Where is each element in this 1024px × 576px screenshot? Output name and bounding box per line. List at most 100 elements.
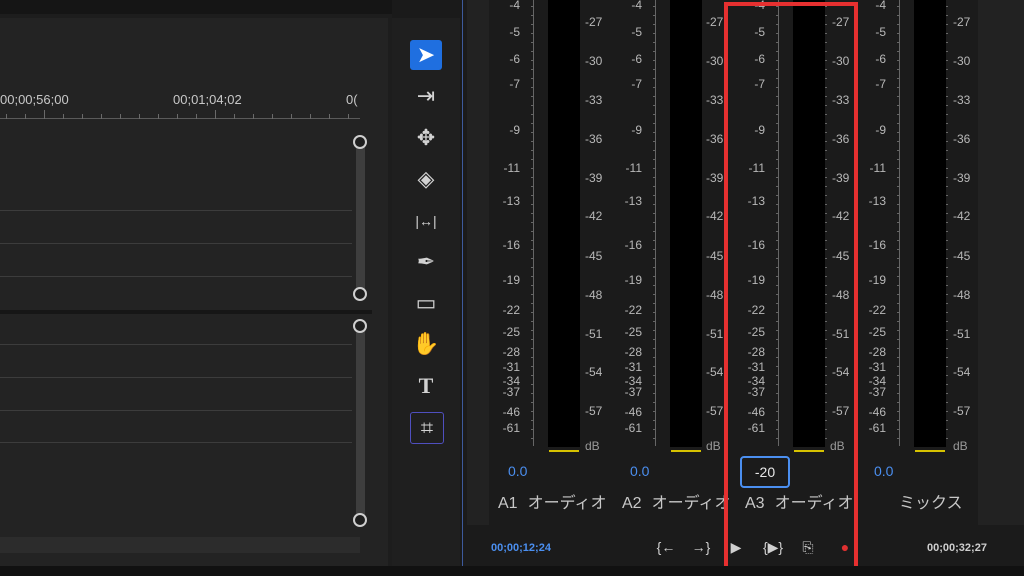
meter-tick	[653, 150, 656, 151]
meter-tick	[897, 213, 900, 214]
meter-tick	[531, 69, 534, 70]
current-timecode[interactable]: 00;00;12;24	[491, 542, 551, 554]
db-scale-label: -57	[706, 404, 724, 418]
meter-tick	[897, 6, 900, 7]
meter-tick	[531, 366, 534, 367]
meter-tick	[897, 96, 900, 97]
meter-tick	[653, 69, 656, 70]
ruler-tick	[120, 114, 121, 119]
meter-tick	[653, 366, 656, 367]
ruler-tick	[6, 114, 7, 119]
meter-tick	[653, 411, 656, 412]
db-scale-label: -57	[953, 404, 971, 418]
meter-tick	[653, 87, 656, 88]
tools-panel: ➤ ⇥ ✥ ◈ |↔| ✒ ▭ ✋ T ⌗	[392, 18, 460, 566]
db-scale-label: -4	[875, 0, 886, 12]
channel-volume-value[interactable]: 0.0	[874, 463, 893, 479]
scroll-handle-bottom[interactable]	[353, 287, 367, 301]
meter-tick	[531, 303, 534, 304]
tool-button[interactable]: |↔|	[410, 206, 442, 236]
meter-tick	[531, 159, 534, 160]
db-unit-label: dB	[953, 439, 968, 453]
meter-tick	[653, 240, 656, 241]
tool-button[interactable]: ◈	[410, 164, 442, 194]
tool-button[interactable]: ✒	[410, 247, 442, 277]
meter-tick	[653, 51, 656, 52]
meter-tick	[897, 366, 900, 367]
db-scale-label: -51	[953, 327, 971, 341]
peak-indicator	[549, 450, 579, 452]
channel-volume-value[interactable]: 0.0	[508, 463, 527, 479]
db-scale-label: -31	[624, 360, 642, 374]
ripple-edit-icon: ✥	[416, 125, 436, 150]
rectangle-icon: ▭	[415, 290, 437, 315]
scroll-handle-bottom[interactable]	[353, 513, 367, 527]
ruler-tick	[158, 114, 159, 119]
db-scale-label: -37	[624, 385, 642, 399]
tool-button[interactable]: ✋	[410, 329, 442, 359]
meter-tick	[531, 411, 534, 412]
video-tracks-scrollbar[interactable]	[356, 140, 365, 296]
highlight-box	[724, 2, 858, 574]
hand-icon: ✋	[412, 331, 440, 356]
tool-button[interactable]: ✥	[410, 123, 442, 153]
ruler-tick	[215, 110, 216, 119]
db-scale-label: -11	[625, 161, 642, 175]
bottom-strip	[0, 566, 1024, 576]
db-scale-label: -57	[585, 404, 603, 418]
meter-tick	[897, 114, 900, 115]
time-ruler[interactable]	[0, 118, 360, 119]
channel-label: ミックス	[889, 489, 963, 513]
meter-tick	[531, 249, 534, 250]
go-to-in-button[interactable]: {←	[655, 539, 677, 555]
meter-tick	[531, 231, 534, 232]
scroll-handle-top[interactable]	[353, 135, 367, 149]
meter-tick	[653, 6, 656, 7]
meter-bar	[670, 0, 702, 447]
meter-tick	[531, 312, 534, 313]
tool-button[interactable]: ⌗	[410, 412, 444, 444]
meter-tick	[531, 42, 534, 43]
ruler-tick	[253, 114, 254, 119]
meter-tick	[531, 420, 534, 421]
tool-button[interactable]: ⇥	[410, 81, 442, 111]
go-to-out-button[interactable]: →}	[690, 539, 712, 555]
video-audio-separator[interactable]	[0, 310, 372, 314]
meter-tick	[897, 51, 900, 52]
db-scale-label: -11	[869, 161, 886, 175]
tool-button[interactable]: ▭	[410, 288, 442, 318]
tool-button[interactable]: T	[410, 371, 442, 401]
tool-button[interactable]: ➤	[410, 40, 442, 70]
db-scale-label: -33	[706, 93, 724, 107]
crop-sparkle-icon: ⌗	[420, 415, 434, 440]
ruler-tick	[177, 114, 178, 119]
ruler-tick	[272, 114, 273, 119]
channel-volume-value[interactable]: 0.0	[630, 463, 649, 479]
meter-tick	[653, 33, 656, 34]
meter-tick	[653, 267, 656, 268]
ruler-tick	[139, 114, 140, 119]
db-scale-label: -22	[868, 303, 886, 317]
db-scale-label: -28	[502, 345, 520, 359]
meter-tick	[653, 15, 656, 16]
meter-tick	[897, 60, 900, 61]
meter-tick	[897, 78, 900, 79]
mixer-right-gutter	[978, 0, 1024, 525]
meter-tick	[897, 168, 900, 169]
ruler-tick	[101, 114, 102, 119]
meter-tick	[897, 240, 900, 241]
meter-tick	[531, 357, 534, 358]
scroll-handle-top[interactable]	[353, 319, 367, 333]
meter-tick	[897, 195, 900, 196]
audio-tracks-scrollbar[interactable]	[356, 325, 365, 521]
meter-tick	[653, 357, 656, 358]
db-scale-label: -36	[706, 132, 724, 146]
ruler-tick	[25, 114, 26, 119]
meter-tick	[897, 87, 900, 88]
db-scale-label: -25	[624, 325, 642, 339]
meter-tick	[531, 132, 534, 133]
meter-ruler	[655, 0, 656, 446]
horizontal-scrollbar[interactable]	[0, 537, 360, 553]
meter-tick	[897, 258, 900, 259]
meter-tick	[531, 285, 534, 286]
